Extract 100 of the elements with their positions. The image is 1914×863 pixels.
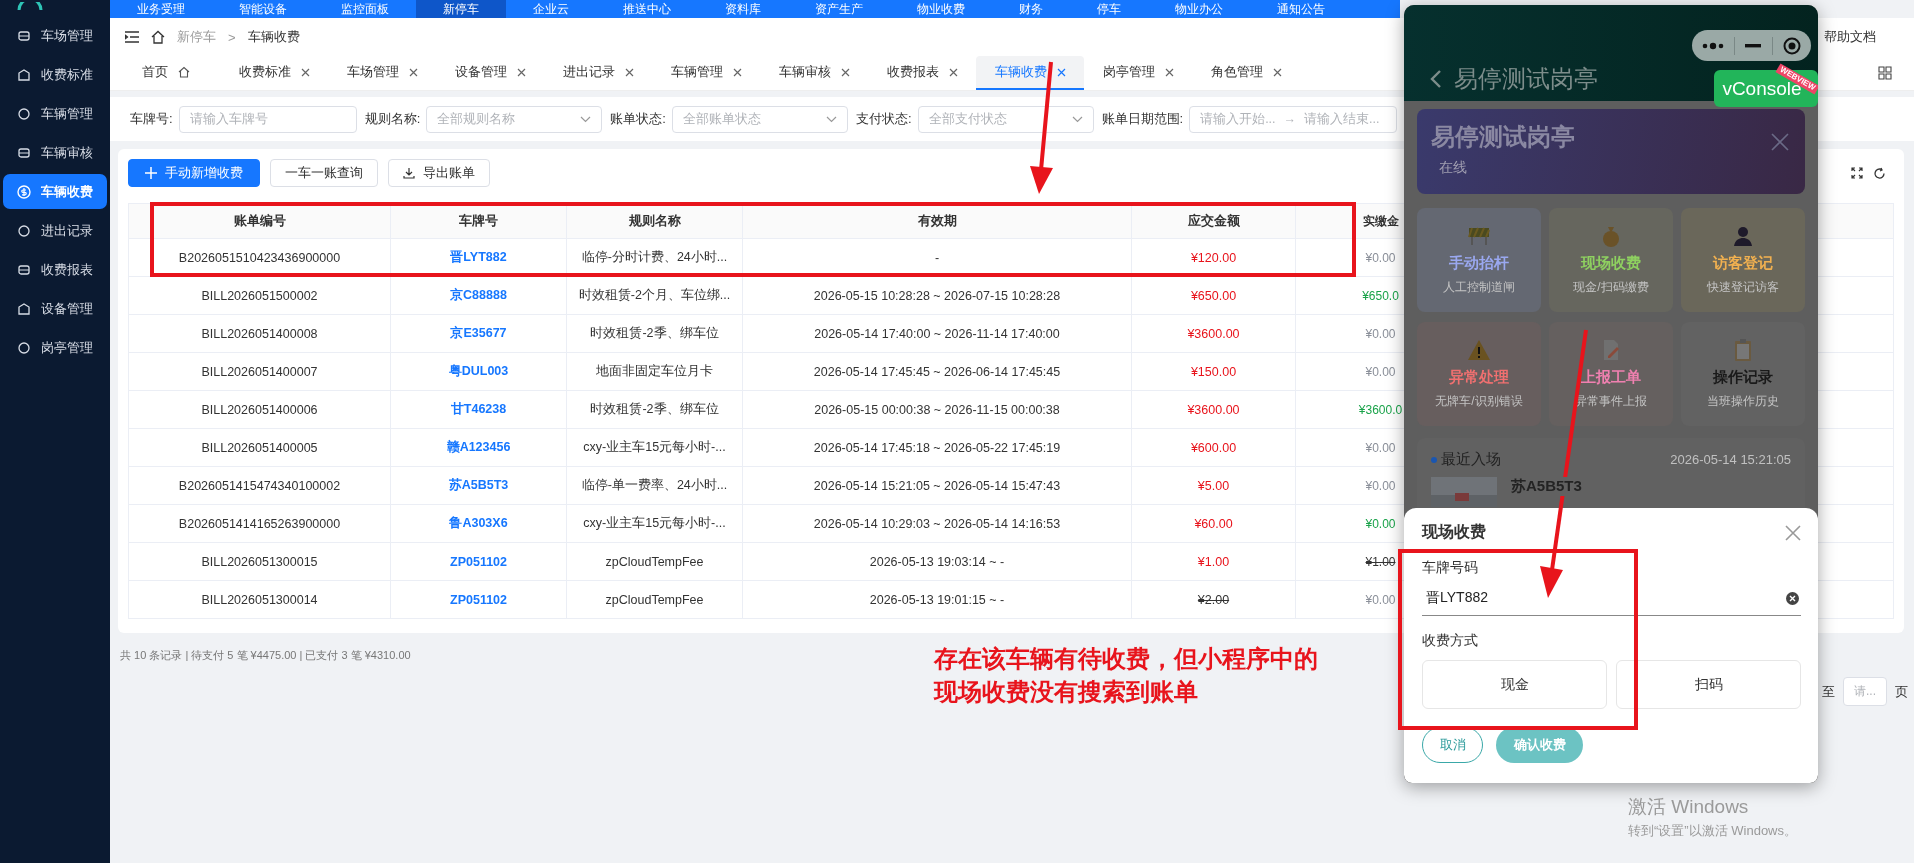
sidebar-item[interactable]: 收费报表	[3, 252, 107, 287]
filter-label: 支付状态:	[855, 110, 912, 128]
tab[interactable]: 收费报表	[868, 56, 976, 90]
table-cell: 时效租赁-2季、绑车位	[567, 391, 743, 428]
amount-due: ¥3600.00	[1187, 402, 1240, 417]
tab[interactable]: 车辆收费	[976, 56, 1084, 90]
sidebar-item[interactable]: 车场管理	[3, 18, 107, 53]
nav-item[interactable]: 停车	[1070, 0, 1148, 18]
table-cell: 地面非固定车位月卡	[567, 353, 743, 390]
filter-label: 账单状态:	[610, 110, 666, 128]
nav-item[interactable]: 企业云	[506, 0, 596, 18]
amount-due: ¥2.00	[1197, 592, 1230, 607]
payment-method-option[interactable]: 现金	[1422, 660, 1607, 709]
capsule-menu[interactable]	[1692, 30, 1811, 61]
nav-item[interactable]: 资产生产	[788, 0, 890, 18]
tab[interactable]: 进出记录	[544, 56, 652, 90]
sidebar-item[interactable]: 进出记录	[3, 213, 107, 248]
tab[interactable]: 车辆管理	[652, 56, 760, 90]
export-button[interactable]: 导出账单	[388, 159, 490, 187]
table-cell: 2026-05-14 17:45:18 ~ 2026-05-22 17:45:19	[743, 429, 1132, 466]
table-cell: -	[743, 239, 1132, 276]
back-icon[interactable]	[1430, 69, 1442, 89]
activation-watermark: 激活 Windows 转到“设置”以激活 Windows。	[1628, 795, 1797, 840]
sidebar-item[interactable]: 收费标准	[3, 57, 107, 92]
nav-item[interactable]: 推送中心	[596, 0, 698, 18]
sidebar-item[interactable]: 车辆管理	[3, 96, 107, 131]
table-cell: BILL2026051400008	[129, 315, 391, 352]
sidebar-item[interactable]: 设备管理	[3, 291, 107, 326]
table-cell: BILL2026051300014	[129, 581, 391, 618]
plate-input[interactable]: 请输入车牌号	[178, 105, 357, 133]
action-subtitle: 快速登记访客	[1707, 279, 1779, 296]
action-title: 访客登记	[1713, 254, 1773, 273]
tab[interactable]: 车辆审核	[760, 56, 868, 90]
tab[interactable]: 车场管理	[328, 56, 436, 90]
nav-item[interactable]: 物业办公	[1148, 0, 1250, 18]
column-header: 规则名称	[628, 212, 681, 230]
action-tile[interactable]: 手动抬杆 人工控制道闸	[1417, 208, 1541, 312]
nav-item[interactable]: 业务受理	[110, 0, 212, 18]
add-button[interactable]: 手动新增收费	[128, 159, 260, 187]
nav-item[interactable]: 智能设备	[212, 0, 314, 18]
select-field[interactable]: 全部账单状态	[671, 105, 848, 133]
table-cell: 2026-05-14 10:29:03 ~ 2026-05-14 14:16:53	[743, 505, 1132, 542]
tab[interactable]: 角色管理	[1192, 56, 1300, 90]
plus-icon	[145, 167, 157, 179]
action-tile[interactable]: 访客登记 快速登记访客	[1681, 208, 1805, 312]
recent-label: 最近入场	[1441, 450, 1501, 469]
query-button[interactable]: 一车一账查询	[270, 159, 378, 187]
plate-link[interactable]: 赣A123456	[391, 429, 567, 466]
table-cell: B2026051510423436900000	[129, 239, 391, 276]
page-unit: 页	[1895, 682, 1908, 701]
more-icon[interactable]	[1702, 41, 1725, 50]
refresh-icon[interactable]	[1873, 166, 1886, 180]
plate-link[interactable]: 粤DUL003	[391, 353, 567, 390]
action-tile[interactable]: 操作记录 当班操作历史	[1681, 322, 1805, 426]
plate-link[interactable]: 苏A5B5T3	[391, 467, 567, 504]
grid-icon[interactable]	[1878, 66, 1892, 80]
field-label: 收费方式	[1422, 632, 1479, 650]
select-field[interactable]: 全部规则名称	[426, 105, 603, 133]
plate-link[interactable]: 鲁A303X6	[391, 505, 567, 542]
column-header: 账单编号	[233, 212, 286, 230]
table-cell: cxy-业主车15元每小时-...	[567, 429, 743, 466]
plate-link[interactable]: 京C88888	[391, 277, 567, 314]
table-cell: BILL2026051400006	[129, 391, 391, 428]
plate-link[interactable]: ZP051102	[391, 543, 567, 580]
nav-item[interactable]: 财务	[992, 0, 1070, 18]
tab[interactable]: 岗亭管理	[1084, 56, 1192, 90]
minimize-icon[interactable]	[1745, 43, 1762, 48]
tab[interactable]: 收费标准	[220, 56, 328, 90]
column-header: 有效期	[917, 212, 957, 230]
help-link[interactable]: 帮助文档	[1824, 28, 1876, 46]
fullscreen-icon[interactable]	[1851, 167, 1863, 179]
amount-due: ¥650.00	[1190, 288, 1237, 303]
plate-link[interactable]: 甘T46238	[391, 391, 567, 428]
sidebar-item[interactable]: 车辆审核	[3, 135, 107, 170]
nav-item[interactable]: 新停车	[416, 0, 506, 18]
sidebar-item[interactable]: 车辆收费	[3, 174, 107, 209]
table-cell: 2026-05-14 17:40:00 ~ 2026-11-14 17:40:00	[743, 315, 1132, 352]
select-field[interactable]: 全部支付状态	[917, 105, 1094, 133]
nav-item[interactable]: 监控面板	[314, 0, 416, 18]
payment-method-option[interactable]: 扫码	[1616, 660, 1801, 709]
page-input[interactable]: 请...	[1843, 677, 1887, 706]
action-tile[interactable]: 现场收费 现金/扫码缴费	[1549, 208, 1673, 312]
clear-icon[interactable]	[1786, 591, 1799, 605]
breadcrumb-link[interactable]: 新停车	[177, 28, 216, 46]
amount-paid: ¥1.00	[1364, 554, 1397, 569]
action-tile[interactable]: 异常处理 无牌车/识别错误	[1417, 322, 1541, 426]
nav-item[interactable]: 资料库	[698, 0, 788, 18]
amount-due: ¥120.00	[1190, 250, 1237, 265]
date-range-field[interactable]: 请输入开始... → 请输入结束...	[1189, 105, 1398, 133]
plate-link[interactable]: 京E35677	[391, 315, 567, 352]
plate-link[interactable]: ZP051102	[391, 581, 567, 618]
nav-item[interactable]: 物业收费	[890, 0, 992, 18]
nav-item[interactable]: 通知公告	[1250, 0, 1352, 18]
action-title: 手动抬杆	[1449, 254, 1509, 273]
sidebar-item[interactable]: 岗亭管理	[3, 330, 107, 365]
tab[interactable]: 设备管理	[436, 56, 544, 90]
chevron-down-icon	[1071, 115, 1083, 123]
plate-link[interactable]: 晋LYT882	[391, 239, 567, 276]
tab[interactable]: 首页	[112, 56, 220, 90]
home-icon[interactable]	[151, 30, 165, 44]
